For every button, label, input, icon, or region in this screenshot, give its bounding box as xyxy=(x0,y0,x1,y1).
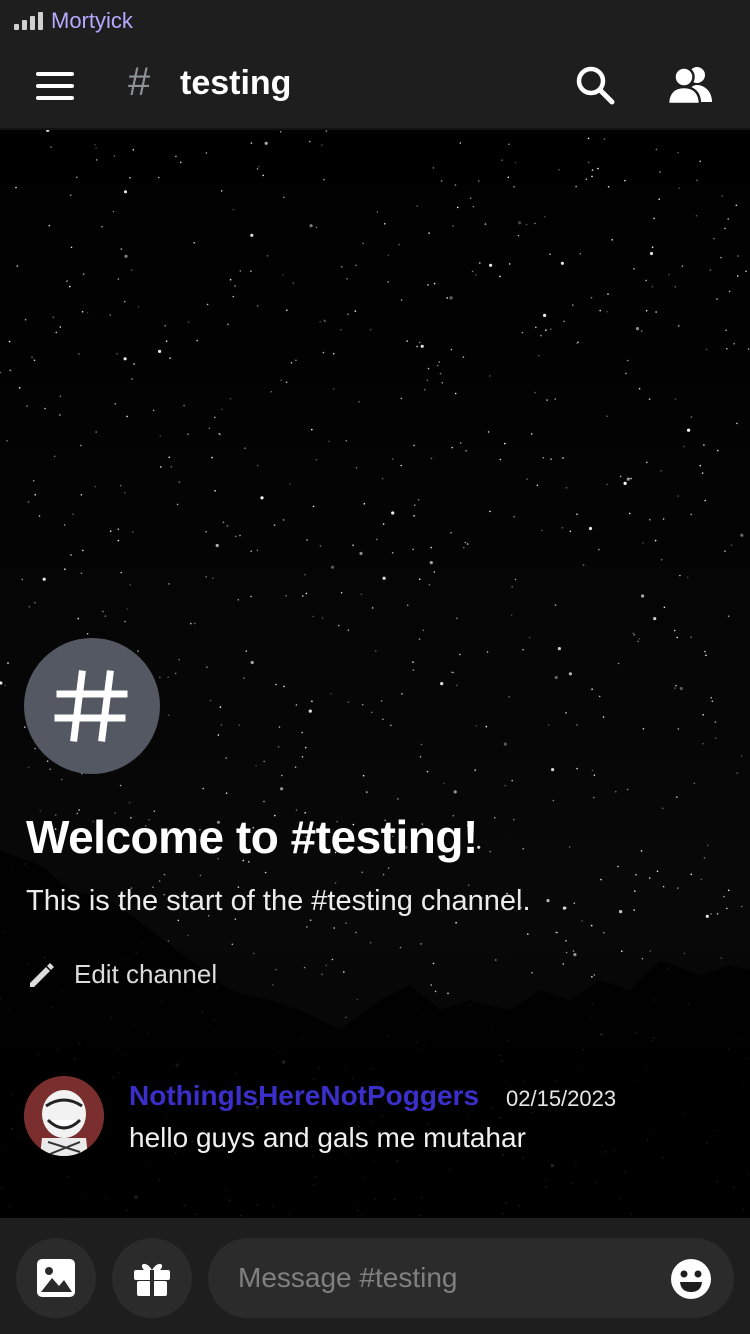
message-input[interactable] xyxy=(208,1238,734,1318)
chat-area[interactable]: Welcome to #testing! This is the start o… xyxy=(0,130,750,1218)
menu-icon[interactable] xyxy=(36,72,76,100)
status-bar: Mortyick xyxy=(0,0,750,42)
edit-channel-label: Edit channel xyxy=(74,958,218,989)
emoji-icon[interactable] xyxy=(670,1258,712,1300)
message-timestamp: 02/15/2023 xyxy=(506,1086,617,1111)
avatar[interactable] xyxy=(24,1076,104,1156)
message-composer xyxy=(0,1218,750,1334)
attach-image-button[interactable] xyxy=(16,1238,96,1318)
signal-strength-icon xyxy=(14,12,43,30)
message-author[interactable]: NothingIsHereNotPoggers xyxy=(129,1080,479,1112)
channel-avatar xyxy=(24,638,160,774)
channel-header: # testing xyxy=(0,42,750,130)
welcome-title: Welcome to #testing! xyxy=(26,811,478,863)
hash-icon: # xyxy=(128,60,151,104)
pencil-icon xyxy=(30,963,54,987)
edit-channel-button[interactable]: Edit channel xyxy=(26,954,217,994)
hash-icon xyxy=(54,670,128,742)
channel-title: testing xyxy=(180,64,292,102)
image-icon xyxy=(37,1259,75,1297)
carrier-name: Mortyick xyxy=(51,8,133,33)
welcome-subtitle: This is the start of the #testing channe… xyxy=(26,885,531,917)
search-icon[interactable] xyxy=(574,64,616,106)
message-text: hello guys and gals me mutahar xyxy=(129,1122,526,1153)
gift-button[interactable] xyxy=(112,1238,192,1318)
gift-icon xyxy=(134,1263,170,1296)
members-icon[interactable] xyxy=(666,64,714,106)
